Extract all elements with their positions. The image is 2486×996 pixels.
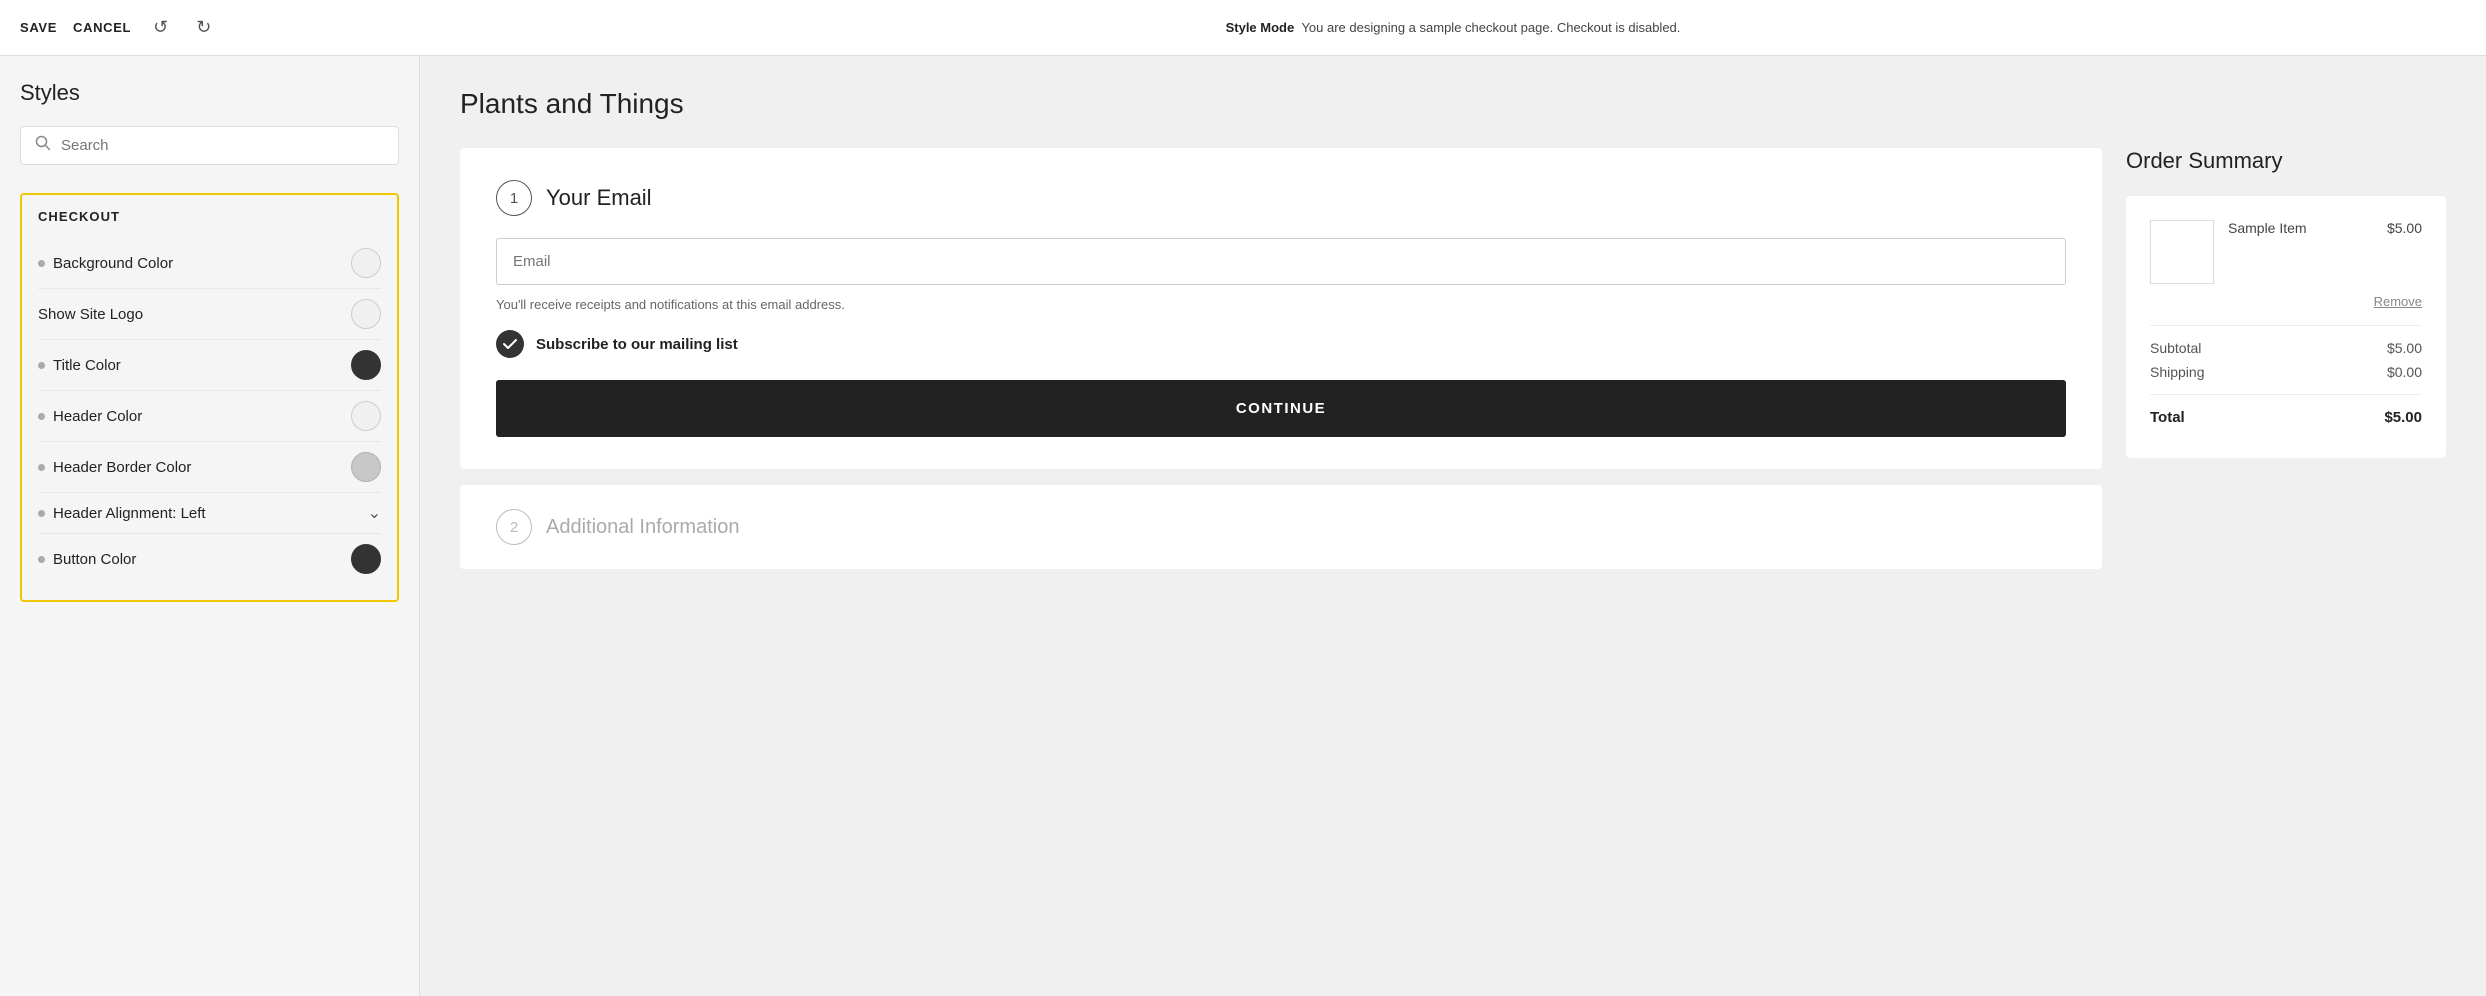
chevron-down-icon[interactable]: ⌄	[368, 503, 381, 523]
continue-button[interactable]: CONTINUE	[496, 380, 2066, 437]
search-icon	[35, 135, 51, 156]
subscribe-checkbox[interactable]	[496, 330, 524, 358]
email-section-header: 1 Your Email	[496, 180, 2066, 216]
subtotal-value: $5.00	[2387, 340, 2422, 356]
item-info: Sample Item	[2228, 220, 2373, 236]
total-value: $5.00	[2384, 409, 2422, 426]
top-bar-mode: Style Mode You are designing a sample ch…	[440, 20, 2466, 35]
undo-icon: ↺	[153, 17, 168, 38]
style-row-header-color: Header Color	[38, 391, 381, 442]
cancel-button[interactable]: CANCEL	[73, 16, 131, 39]
shipping-row: Shipping $0.00	[2150, 364, 2422, 380]
subtotal-label: Subtotal	[2150, 340, 2201, 356]
checkout-main: 1 Your Email You'll receive receipts and…	[460, 148, 2102, 569]
step-1-circle: 1	[496, 180, 532, 216]
total-row: Total $5.00	[2150, 409, 2422, 426]
sidebar: Styles CHECKOUT Background Color	[0, 56, 420, 996]
subscribe-row: Subscribe to our mailing list	[496, 330, 2066, 358]
checkout-section: CHECKOUT Background Color Show Site Logo	[20, 193, 399, 602]
additional-info-card: 2 Additional Information	[460, 485, 2102, 569]
style-row-show-site-logo: Show Site Logo	[38, 289, 381, 340]
dot-button-color	[38, 556, 45, 563]
mode-label: Style Mode	[1226, 20, 1295, 35]
style-row-header-border-color: Header Border Color	[38, 442, 381, 493]
checkout-section-label: CHECKOUT	[38, 209, 381, 224]
dot-background-color	[38, 260, 45, 267]
dot-header-alignment	[38, 510, 45, 517]
total-divider	[2150, 394, 2422, 395]
main-layout: Styles CHECKOUT Background Color	[0, 56, 2486, 996]
step-2-circle: 2	[496, 509, 532, 545]
order-item-row: Sample Item $5.00	[2150, 220, 2422, 284]
subscribe-label: Subscribe to our mailing list	[536, 336, 738, 353]
shipping-label: Shipping	[2150, 364, 2205, 380]
shipping-value: $0.00	[2387, 364, 2422, 380]
style-row-title-color: Title Color	[38, 340, 381, 391]
search-box[interactable]	[20, 126, 399, 165]
email-input[interactable]	[496, 238, 2066, 285]
color-picker-title-color[interactable]	[351, 350, 381, 380]
dot-header-border-color	[38, 464, 45, 471]
page-title: Plants and Things	[460, 88, 2446, 120]
color-picker-header-border-color[interactable]	[351, 452, 381, 482]
top-bar: SAVE CANCEL ↺ ↻ Style Mode You are desig…	[0, 0, 2486, 56]
search-input[interactable]	[61, 137, 384, 154]
label-button-color: Button Color	[53, 551, 136, 568]
subtotal-row: Subtotal $5.00	[2150, 340, 2422, 356]
label-header-alignment: Header Alignment: Left	[53, 505, 206, 522]
remove-link[interactable]: Remove	[2150, 294, 2422, 309]
top-bar-left: SAVE CANCEL ↺ ↻	[20, 13, 440, 42]
content-area: Plants and Things 1 Your Email You'll re…	[420, 56, 2486, 996]
redo-icon: ↻	[196, 17, 211, 38]
label-show-site-logo: Show Site Logo	[38, 306, 143, 323]
toggle-show-site-logo[interactable]	[351, 299, 381, 329]
summary-divider	[2150, 325, 2422, 326]
additional-info-title: Additional Information	[546, 516, 739, 539]
color-picker-header-color[interactable]	[351, 401, 381, 431]
color-picker-button-color[interactable]	[351, 544, 381, 574]
label-title-color: Title Color	[53, 357, 121, 374]
total-label: Total	[2150, 409, 2185, 426]
order-summary: Order Summary Sample Item $5.00 Remove S…	[2126, 148, 2446, 458]
mode-description: You are designing a sample checkout page…	[1301, 20, 1680, 35]
label-header-color: Header Color	[53, 408, 142, 425]
email-card: 1 Your Email You'll receive receipts and…	[460, 148, 2102, 469]
email-note: You'll receive receipts and notification…	[496, 297, 2066, 312]
order-summary-title: Order Summary	[2126, 148, 2446, 174]
item-thumbnail	[2150, 220, 2214, 284]
style-row-header-alignment: Header Alignment: Left ⌄	[38, 493, 381, 534]
redo-button[interactable]: ↻	[190, 13, 217, 42]
dot-title-color	[38, 362, 45, 369]
dot-header-color	[38, 413, 45, 420]
additional-info-header: 2 Additional Information	[496, 509, 2066, 545]
sidebar-title: Styles	[20, 80, 399, 106]
order-summary-inner: Sample Item $5.00 Remove Subtotal $5.00 …	[2126, 196, 2446, 458]
email-section-title: Your Email	[546, 185, 652, 211]
undo-button[interactable]: ↺	[147, 13, 174, 42]
style-row-background-color: Background Color	[38, 238, 381, 289]
item-price: $5.00	[2387, 220, 2422, 236]
checkout-layout: 1 Your Email You'll receive receipts and…	[460, 148, 2446, 569]
item-name: Sample Item	[2228, 220, 2373, 236]
label-header-border-color: Header Border Color	[53, 459, 191, 476]
label-background-color: Background Color	[53, 255, 173, 272]
save-button[interactable]: SAVE	[20, 16, 57, 39]
style-row-button-color: Button Color	[38, 534, 381, 584]
color-picker-background-color[interactable]	[351, 248, 381, 278]
